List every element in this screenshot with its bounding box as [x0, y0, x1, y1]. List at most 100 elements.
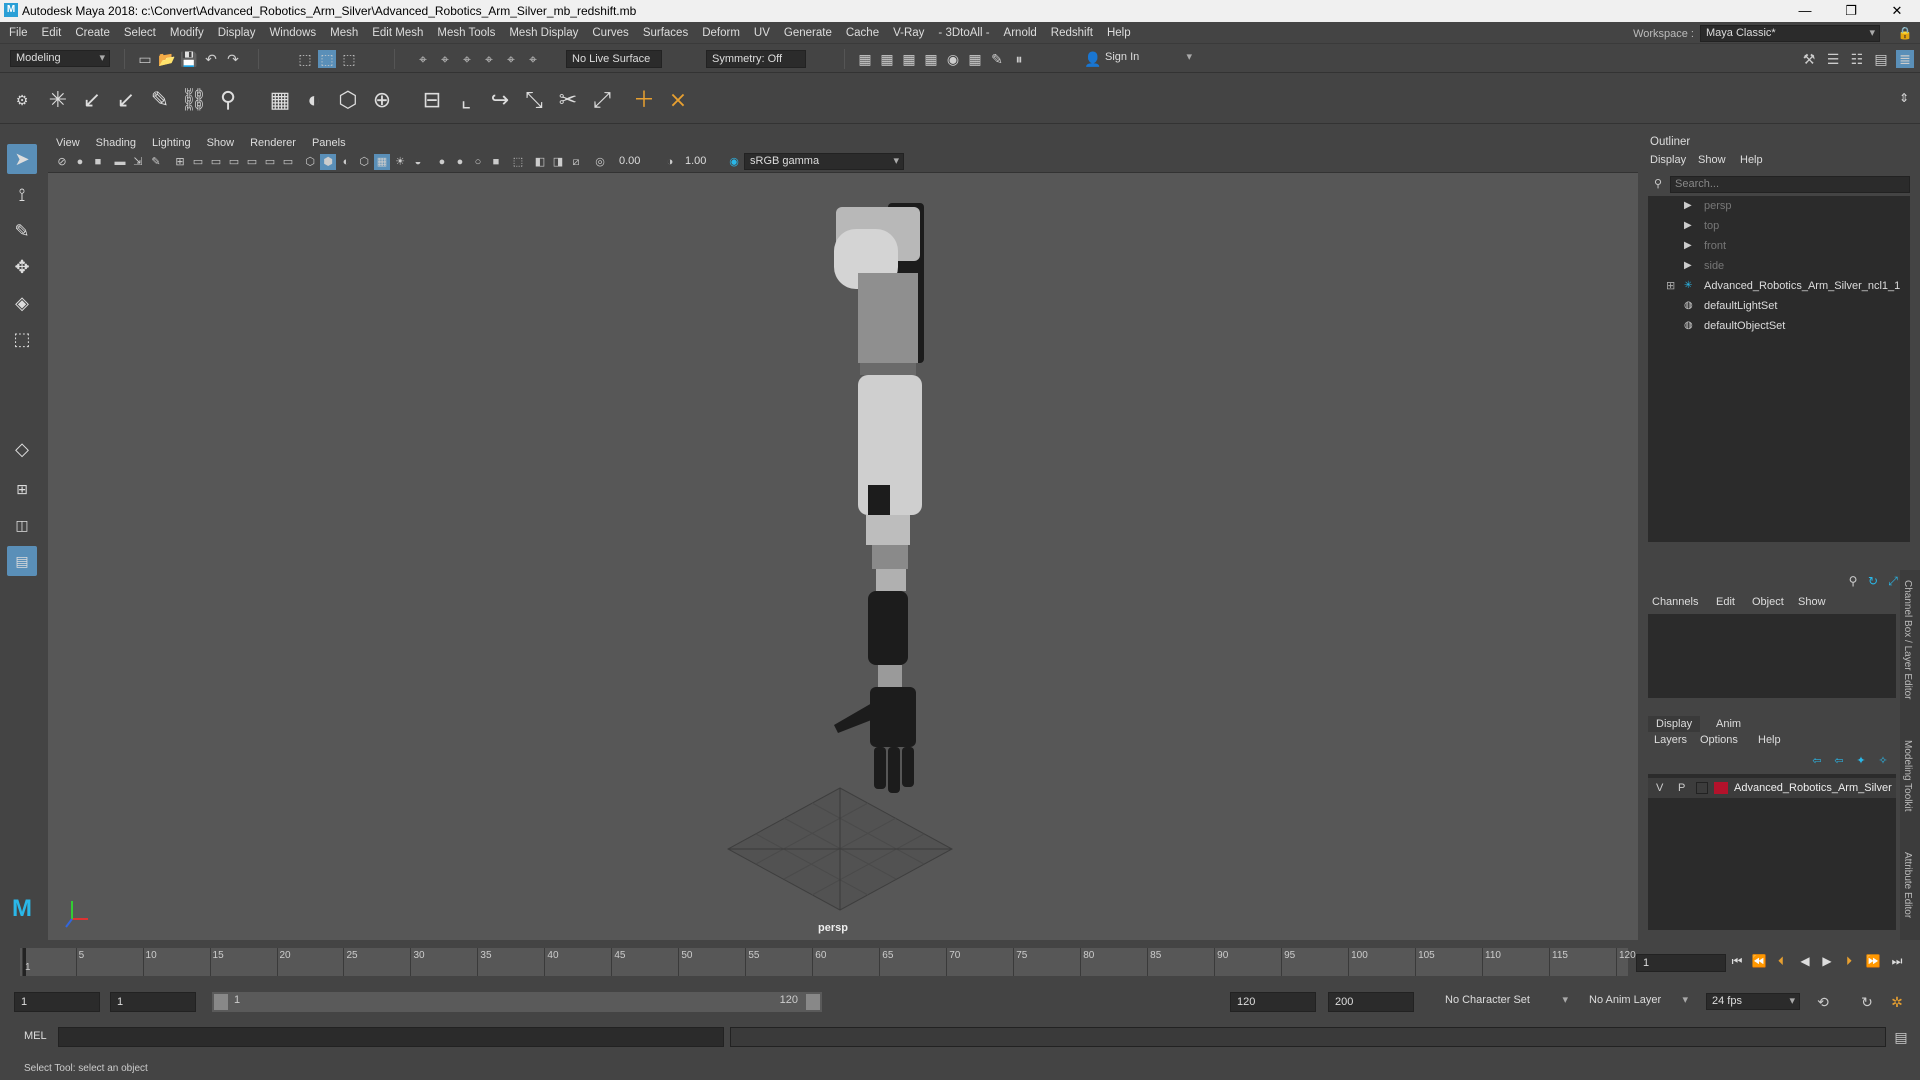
script-editor-icon[interactable]: ▤	[1892, 1028, 1910, 1046]
refresh-icon[interactable]: ↻	[1864, 572, 1882, 590]
range-start-handle[interactable]	[214, 994, 228, 1010]
snap-view-icon[interactable]: ⌖	[480, 50, 498, 68]
side-tab-modeling-toolkit[interactable]: Modeling Toolkit	[1902, 740, 1913, 812]
bookmark-icon[interactable]: ■	[90, 154, 106, 170]
new-layer-icon[interactable]: ✦	[1852, 752, 1870, 770]
new-layer-selected-icon[interactable]: ✧	[1874, 752, 1892, 770]
select-hierarchy-icon[interactable]: ⬚	[296, 50, 314, 68]
menu-create[interactable]: Create	[68, 22, 117, 44]
four-view-layout-icon[interactable]: ⊞	[7, 474, 37, 504]
tool-settings-icon[interactable]: ☷	[1848, 50, 1866, 68]
mel-label[interactable]: MEL	[24, 1030, 47, 1042]
playback-start-field[interactable]: 1	[110, 992, 196, 1012]
time-slider-bar[interactable]: 1 5 10 15 20 25 30 35 40 45 50 55 60 65 70 75 80 85 90 95 10…	[20, 948, 1636, 976]
gate-mask-icon[interactable]: ▭	[226, 154, 242, 170]
camera-attributes-icon[interactable]: ⊘	[54, 154, 70, 170]
bridge-icon[interactable]: ↪	[486, 86, 514, 114]
resolution-gate-icon[interactable]: ▭	[208, 154, 224, 170]
channel-box-toggle-icon[interactable]: ≣	[1896, 50, 1914, 68]
menu-edit[interactable]: Edit	[35, 22, 69, 44]
menu-select[interactable]: Select	[117, 22, 163, 44]
menu-windows[interactable]: Windows	[262, 22, 323, 44]
image-plane-icon[interactable]: ▬	[112, 154, 128, 170]
reset-pivot-icon[interactable]: ⨯	[664, 86, 692, 114]
anim-layer-dropdown[interactable]: No Anim Layer	[1584, 993, 1692, 1010]
lasso-tool-icon[interactable]: ⟟	[7, 180, 37, 210]
maximize-icon[interactable]: ❐	[1828, 0, 1874, 22]
view-transform-dropdown[interactable]: sRGB gamma	[744, 153, 904, 170]
undo-icon[interactable]: ↶	[202, 50, 220, 68]
ipr-render-icon[interactable]: ▦	[900, 50, 918, 68]
menu-file[interactable]: File	[2, 22, 35, 44]
snap-vertex-icon[interactable]: ⌖	[524, 50, 542, 68]
outliner-item[interactable]: ▶ top	[1648, 216, 1910, 236]
wireframe-icon[interactable]: ⬡	[302, 154, 318, 170]
sphere-icon[interactable]: ◐	[300, 86, 328, 114]
render-sequence-icon[interactable]: ▦	[878, 50, 896, 68]
isolate-select-icon[interactable]: ⬚	[510, 154, 526, 170]
select-tool-icon[interactable]: ➤	[7, 144, 37, 174]
layer-menu-help[interactable]: Help	[1758, 734, 1781, 746]
scale-tool-icon[interactable]: ⬚	[7, 324, 37, 354]
outliner-item[interactable]: ▶ side	[1648, 256, 1910, 276]
outliner-toggle-icon[interactable]: ▤	[1872, 50, 1890, 68]
step-forward-frame-icon[interactable]: ⏩	[1864, 954, 1882, 970]
shelf-scroll-icon[interactable]: ⇕	[1896, 84, 1912, 112]
viewport-menu-lighting[interactable]: Lighting	[144, 134, 199, 152]
screen-space-ao-icon[interactable]: ●	[434, 154, 450, 170]
lock-icon[interactable]: 🔒	[1896, 24, 1914, 42]
play-backwards-icon[interactable]: ◀	[1796, 954, 1814, 970]
target-weld-icon[interactable]: ⤢	[588, 86, 616, 114]
menu-generate[interactable]: Generate	[777, 22, 839, 44]
curve-tool-icon[interactable]: ↙	[78, 86, 106, 114]
range-slider[interactable]: 1 120	[212, 992, 822, 1012]
move-layer-down-icon[interactable]: ⇦	[1830, 752, 1848, 770]
2d-pan-zoom-icon[interactable]: ⇲	[130, 154, 146, 170]
move-layer-up-icon[interactable]: ⇦	[1808, 752, 1826, 770]
layer-menu-layers[interactable]: Layers	[1654, 734, 1687, 746]
viewport-menu-show[interactable]: Show	[199, 134, 243, 152]
range-end-handle[interactable]	[806, 994, 820, 1010]
open-scene-icon[interactable]: 📂	[158, 50, 176, 68]
viewport-menu-renderer[interactable]: Renderer	[242, 134, 304, 152]
channel-menu-object[interactable]: Object	[1752, 596, 1784, 608]
end-time-field[interactable]: 200	[1328, 992, 1414, 1012]
character-set-dropdown[interactable]: No Character Set	[1440, 993, 1572, 1010]
layer-visibility-toggle[interactable]: V	[1656, 778, 1663, 798]
modeling-toolkit-icon[interactable]: ⚒	[1800, 50, 1818, 68]
snap-surface-icon[interactable]: ⌖	[502, 50, 520, 68]
grease-pencil-icon[interactable]: ✎	[148, 154, 164, 170]
use-all-lights-icon[interactable]: ☀	[392, 154, 408, 170]
snap-curve-icon[interactable]: ⌖	[436, 50, 454, 68]
ik-handle-icon[interactable]: ⚲	[214, 86, 242, 114]
pencil-curve-icon[interactable]: ✎	[146, 86, 174, 114]
attribute-editor-icon[interactable]: ☰	[1824, 50, 1842, 68]
extrude-icon[interactable]: ⊟	[418, 86, 446, 114]
menu-edit-mesh[interactable]: Edit Mesh	[365, 22, 430, 44]
render-view-icon[interactable]: ▦	[966, 50, 984, 68]
color-management-icon[interactable]: ◉	[726, 154, 742, 170]
channel-menu-show[interactable]: Show	[1798, 596, 1826, 608]
menu-surfaces[interactable]: Surfaces	[636, 22, 695, 44]
live-surface-field[interactable]: No Live Surface	[566, 50, 662, 68]
outliner-item[interactable]: ▶ persp	[1648, 196, 1910, 216]
camera-lock-icon[interactable]: ●	[72, 154, 88, 170]
viewport-menu-panels[interactable]: Panels	[304, 134, 354, 152]
tab-display[interactable]: Display	[1648, 716, 1701, 732]
exposure-field[interactable]: 0.00	[614, 153, 658, 171]
go-to-start-icon[interactable]: ⏮	[1728, 954, 1746, 970]
menu-set-dropdown[interactable]: Modeling	[10, 50, 110, 67]
textured-icon[interactable]: ▦	[374, 154, 390, 170]
shadows-icon[interactable]: ◒	[410, 154, 426, 170]
menu-cache[interactable]: Cache	[839, 22, 886, 44]
new-scene-icon[interactable]: ▭	[136, 50, 154, 68]
render-frame-icon[interactable]: ▦	[856, 50, 874, 68]
pause-icon[interactable]: ⏸	[1010, 50, 1028, 68]
hypershade-icon[interactable]: ◉	[944, 50, 962, 68]
paint-select-icon[interactable]: ✎	[7, 216, 37, 246]
menu-redshift[interactable]: Redshift	[1044, 22, 1100, 44]
default-lighting-icon[interactable]: ◐	[338, 154, 354, 170]
outliner-menu-display[interactable]: Display	[1650, 154, 1686, 166]
channel-box-icon[interactable]: ⚲	[1844, 572, 1862, 590]
select-component-icon[interactable]: ⬚	[340, 50, 358, 68]
